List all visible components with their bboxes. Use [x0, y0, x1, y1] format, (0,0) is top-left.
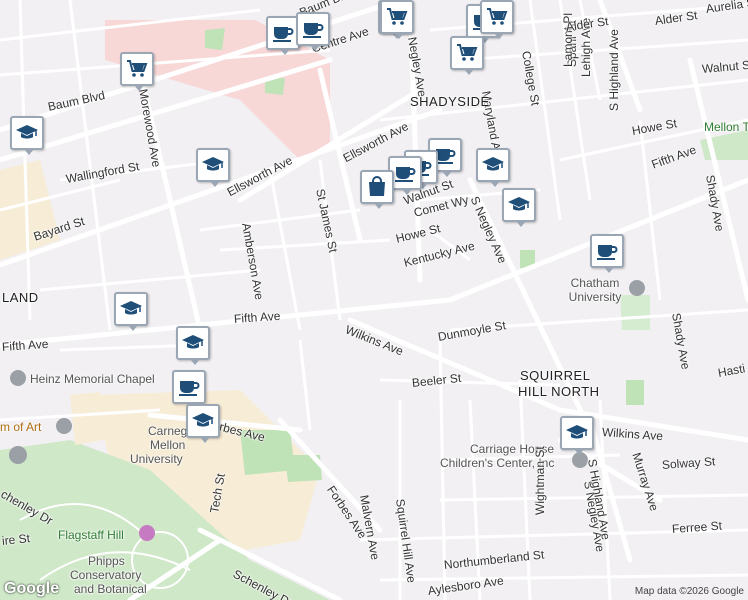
label-squirrel-hill-north-2: HILL NORTH — [518, 384, 600, 399]
graduation-cap-marker[interactable] — [10, 116, 44, 155]
coffee-cup-marker[interactable] — [266, 16, 300, 55]
label-carnegie-mellon-3: University — [130, 452, 183, 466]
shopping-cart-icon — [485, 5, 509, 29]
coffee-cup-marker[interactable] — [172, 370, 206, 409]
coffee-cup-icon — [393, 161, 417, 185]
museum-area — [70, 392, 104, 445]
shopping-cart-icon — [455, 41, 479, 65]
label-heinz-chapel: Heinz Memorial Chapel — [30, 372, 155, 386]
label-phipps-3: and Botanical — [74, 582, 147, 596]
label-s-highland-ave: S Highland Ave — [607, 29, 621, 111]
graduation-cap-marker[interactable] — [196, 148, 230, 187]
small-park-3 — [205, 28, 225, 50]
label-museum-of-art: m of Art — [0, 420, 42, 434]
label-phipps-2: Conservatory — [70, 568, 142, 582]
label-carnegie-mellon-2: Mellon — [150, 438, 186, 452]
label-squirrel-hill-north-1: SQUIRREL — [520, 368, 591, 383]
graduation-cap-marker[interactable] — [560, 416, 594, 455]
graduation-cap-marker[interactable] — [114, 292, 148, 331]
graduation-cap-marker[interactable] — [176, 326, 210, 365]
label-wightman-st: Wightman St — [533, 446, 547, 515]
coffee-cup-marker[interactable] — [590, 234, 624, 273]
shopping-cart-marker[interactable] — [120, 52, 154, 91]
google-logo: Google — [4, 580, 60, 597]
graduation-cap-icon — [119, 297, 143, 321]
shopping-cart-marker[interactable] — [480, 0, 514, 39]
label-shadyside: SHADYSIDE — [410, 94, 490, 109]
label-land: LAND — [2, 290, 39, 305]
shopping-cart-icon — [125, 57, 149, 81]
graduation-cap-icon — [565, 421, 589, 445]
map-canvas[interactable]: Baum Blvd Baum Blvd Centre Ave Negley Av… — [0, 0, 748, 600]
coffee-cup-icon — [177, 375, 201, 399]
coffee-cup-icon — [271, 21, 295, 45]
shopping-bag-icon — [365, 175, 389, 199]
graduation-cap-icon — [181, 331, 205, 355]
map-base-layer — [0, 0, 748, 600]
label-phipps-1: Phipps — [88, 554, 125, 568]
graduation-cap-marker[interactable] — [502, 188, 536, 227]
shopping-bag-marker[interactable] — [360, 170, 394, 209]
coffee-cup-marker[interactable] — [296, 12, 330, 51]
small-park — [626, 380, 644, 405]
graduation-cap-icon — [507, 193, 531, 217]
graduation-cap-icon — [191, 409, 215, 433]
shopping-cart-marker[interactable] — [450, 36, 484, 75]
graduation-cap-icon — [15, 121, 39, 145]
label-frew-st: ire St — [1, 531, 31, 548]
coffee-cup-icon — [595, 239, 619, 263]
label-mellon-tennis: Mellon Tennis — [704, 120, 748, 134]
shopping-cart-marker[interactable] — [380, 0, 414, 39]
label-flagstaff-hill: Flagstaff Hill — [58, 528, 124, 542]
graduation-cap-marker[interactable] — [186, 404, 220, 443]
graduation-cap-icon — [201, 153, 225, 177]
coffee-cup-icon — [301, 17, 325, 41]
graduation-cap-marker[interactable] — [476, 148, 510, 187]
shopping-cart-icon — [385, 5, 409, 29]
graduation-cap-icon — [481, 153, 505, 177]
label-chatham-university: Chatham University — [568, 276, 622, 304]
map-attribution: Map data ©2026 Google — [634, 586, 744, 597]
